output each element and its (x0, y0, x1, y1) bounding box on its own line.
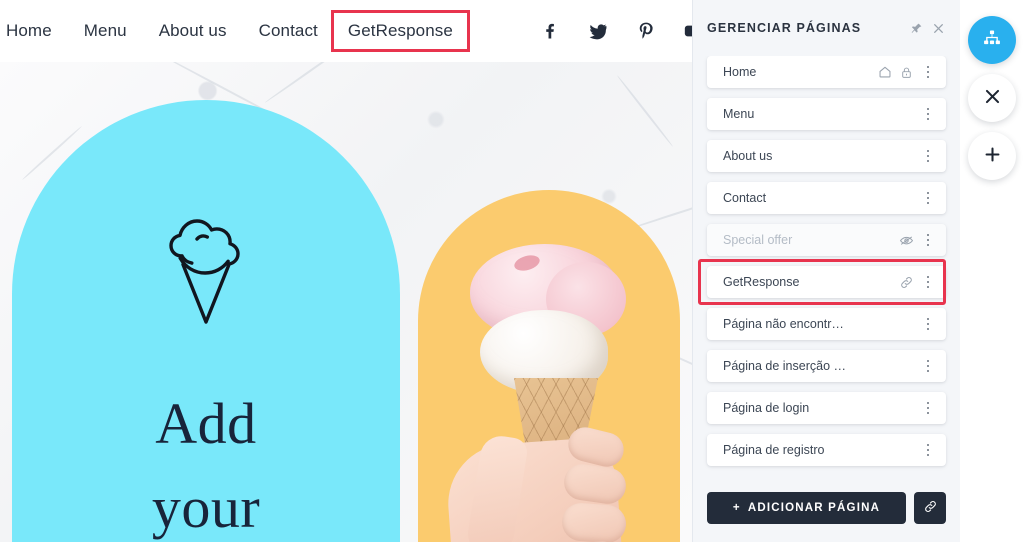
twitter-icon[interactable] (587, 20, 609, 42)
page-options-menu[interactable] (920, 273, 936, 291)
hero-cyan-arch[interactable]: Add your title (12, 100, 400, 542)
panel-title: GERENCIAR PÁGINAS (707, 21, 862, 35)
page-name: Página não encontr… (723, 317, 844, 331)
page-name: Página de registro (723, 443, 825, 457)
nav-item-about-us[interactable]: About us (143, 15, 243, 47)
page-name: About us (723, 149, 773, 163)
page-options-menu[interactable] (920, 441, 936, 459)
page-row-wrapper: Contact (707, 182, 946, 214)
finger (560, 501, 628, 542)
page-row-pagina-nao-encontrada[interactable]: Página não encontr… (707, 308, 946, 340)
page-row-about-us[interactable]: About us (707, 140, 946, 172)
add-fab[interactable] (968, 132, 1016, 180)
pin-icon[interactable] (906, 18, 926, 38)
page-list[interactable]: Home Menu About us Contact Special offer… (693, 56, 960, 488)
page-name: Menu (723, 107, 755, 121)
close-fab[interactable] (968, 74, 1016, 122)
site-social-links (539, 20, 692, 42)
page-options-menu[interactable] (920, 189, 936, 207)
page-row-getresponse[interactable]: GetResponse (707, 266, 946, 298)
lock-icon[interactable] (897, 63, 915, 81)
page-row-pagina-de-registro[interactable]: Página de registro (707, 434, 946, 466)
add-link-button[interactable] (914, 492, 946, 524)
link-icon[interactable] (897, 273, 915, 291)
website-preview-canvas[interactable]: Home Menu About us Contact GetResponse A… (0, 0, 692, 542)
page-name: Special offer (723, 233, 793, 247)
page-row-home[interactable]: Home (707, 56, 946, 88)
close-icon (983, 87, 1002, 110)
page-row-wrapper: Menu (707, 98, 946, 130)
plus-icon (983, 145, 1002, 168)
manage-pages-panel: GERENCIAR PÁGINAS Home Menu About us Con… (692, 0, 960, 542)
add-page-label: ADICIONAR PÁGINA (747, 502, 881, 514)
sitemap-fab[interactable] (968, 16, 1016, 64)
page-options-menu[interactable] (920, 105, 936, 123)
hero-section[interactable]: Add your title (0, 62, 692, 542)
page-row-special-offer[interactable]: Special offer (707, 224, 946, 256)
page-options-menu[interactable] (920, 357, 936, 375)
page-row-contact[interactable]: Contact (707, 182, 946, 214)
page-row-wrapper: Página de inserção … (707, 350, 946, 382)
site-nav: Home Menu About us Contact GetResponse (0, 10, 470, 52)
marble-vein (616, 74, 674, 148)
page-row-pagina-de-insercao[interactable]: Página de inserção … (707, 350, 946, 382)
nav-item-getresponse[interactable]: GetResponse (330, 10, 470, 52)
page-name: Home (723, 65, 757, 79)
sitemap-icon (982, 28, 1002, 53)
facebook-icon[interactable] (539, 20, 561, 42)
ice-cream-cone-icon (167, 212, 245, 330)
page-options-menu[interactable] (920, 315, 936, 333)
marble-vein (264, 62, 356, 104)
page-builder-screen: Home Menu About us Contact GetResponse A… (0, 0, 1024, 542)
site-topbar: Home Menu About us Contact GetResponse (0, 0, 692, 62)
eye-off-icon[interactable] (897, 231, 915, 249)
page-name: Contact (723, 191, 767, 205)
page-options-menu[interactable] (920, 147, 936, 165)
page-name: Página de login (723, 401, 810, 415)
page-row-wrapper: Página não encontr… (707, 308, 946, 340)
close-icon[interactable] (928, 18, 948, 38)
page-row-wrapper: Página de login (707, 392, 946, 424)
page-row-menu[interactable]: Menu (707, 98, 946, 130)
page-row-wrapper: Página de registro (707, 434, 946, 466)
nav-item-contact[interactable]: Contact (243, 15, 334, 47)
page-row-wrapper: Special offer (707, 224, 946, 256)
page-name: GetResponse (723, 275, 800, 289)
ice-cream-photo (418, 190, 680, 542)
youtube-icon[interactable] (683, 20, 692, 42)
page-row-pagina-de-login[interactable]: Página de login (707, 392, 946, 424)
page-row-wrapper: About us (707, 140, 946, 172)
floating-action-rail (964, 16, 1020, 180)
hero-title-line-1: Add (155, 391, 257, 456)
plus-icon: + (732, 502, 741, 514)
nav-item-menu[interactable]: Menu (68, 15, 143, 47)
link-icon (923, 499, 938, 517)
page-options-menu[interactable] (920, 63, 936, 81)
page-options-menu[interactable] (920, 231, 936, 249)
panel-header: GERENCIAR PÁGINAS (693, 0, 960, 56)
nav-item-home[interactable]: Home (0, 15, 68, 47)
hero-title[interactable]: Add your title (152, 382, 260, 542)
page-name: Página de inserção … (723, 359, 846, 373)
page-options-menu[interactable] (920, 399, 936, 417)
page-row-wrapper: Home (707, 56, 946, 88)
page-row-wrapper: GetResponse (698, 259, 946, 305)
pinterest-icon[interactable] (635, 20, 657, 42)
home-icon[interactable] (876, 63, 894, 81)
add-page-button[interactable]: + ADICIONAR PÁGINA (707, 492, 906, 524)
panel-footer: + ADICIONAR PÁGINA (693, 488, 960, 542)
hero-title-line-2: your (151, 475, 261, 541)
